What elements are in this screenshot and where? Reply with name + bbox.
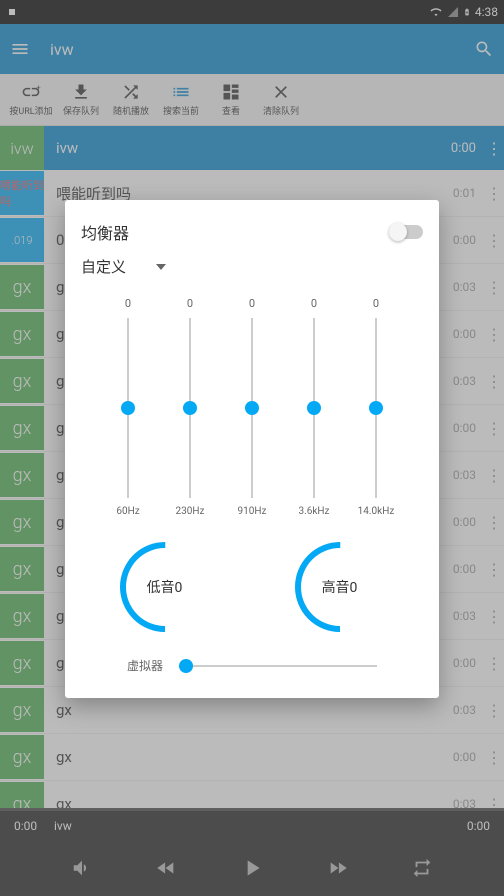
band-freq: 60Hz — [116, 506, 139, 517]
equalizer-toggle[interactable] — [389, 225, 423, 239]
treble-dial[interactable]: 高音0 — [290, 537, 390, 637]
band-freq: 14.0kHz — [358, 506, 395, 517]
band-value: 0 — [125, 297, 131, 310]
band-slider[interactable] — [313, 318, 315, 498]
band-value: 0 — [373, 297, 379, 310]
bass-dial[interactable]: 低音0 — [115, 537, 215, 637]
eq-sliders: 0 60Hz 0 230Hz 0 910Hz 0 3.6kHz 0 14.0kHz — [77, 297, 427, 517]
virtualizer-slider[interactable] — [179, 665, 377, 667]
band-slider[interactable] — [251, 318, 253, 498]
band-freq: 3.6kHz — [298, 506, 329, 517]
band-freq: 230Hz — [176, 506, 205, 517]
preset-label[interactable]: 自定义 — [81, 256, 126, 277]
bass-label: 低音0 — [147, 577, 183, 597]
band-value: 0 — [311, 297, 317, 310]
dropdown-icon[interactable] — [156, 264, 166, 270]
band-slider[interactable] — [189, 318, 191, 498]
equalizer-dialog: 均衡器 自定义 0 60Hz 0 230Hz 0 910Hz 0 3.6kHz 0 14.0kHz… — [65, 200, 439, 698]
band-slider[interactable] — [127, 318, 129, 498]
band-value: 0 — [187, 297, 193, 310]
dialog-title: 均衡器 — [81, 220, 389, 244]
band-freq: 910Hz — [238, 506, 267, 517]
band-value: 0 — [249, 297, 255, 310]
band-slider[interactable] — [375, 318, 377, 498]
treble-label: 高音0 — [322, 577, 358, 597]
virtualizer-label: 虚拟器 — [127, 657, 163, 674]
